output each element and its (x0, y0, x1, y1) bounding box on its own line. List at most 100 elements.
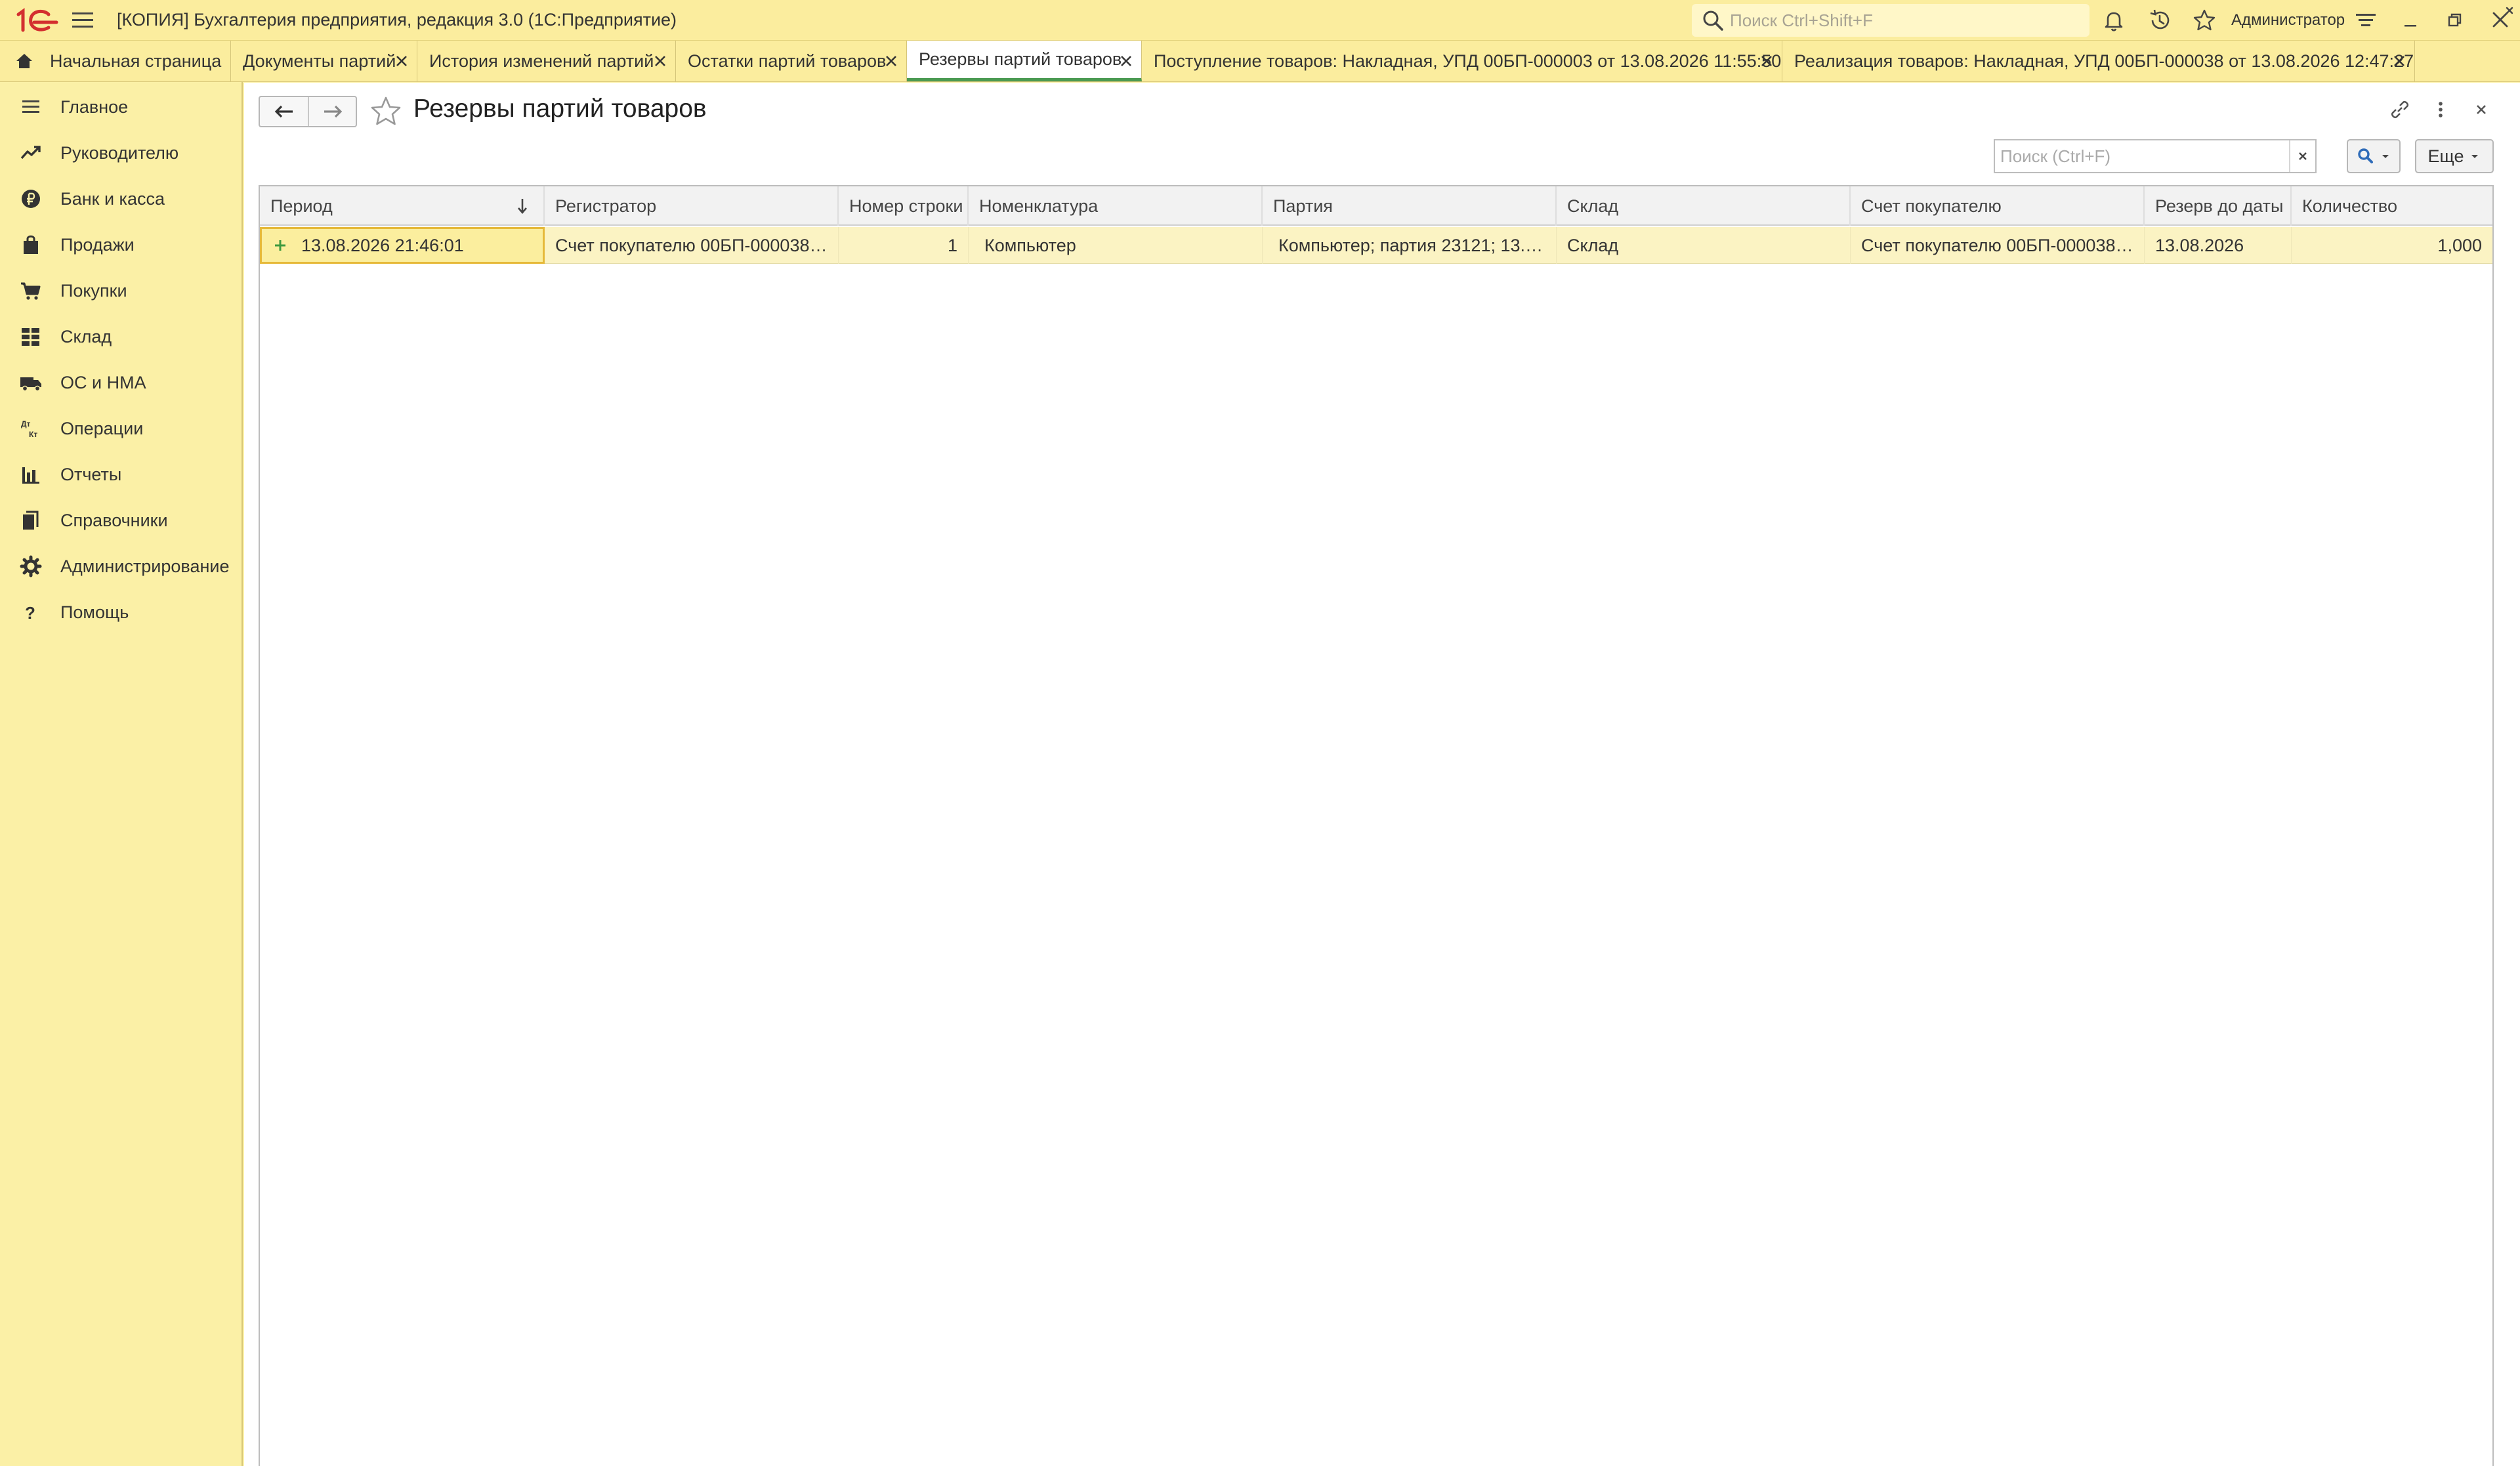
app-title: [КОПИЯ] Бухгалтерия предприятия, редакци… (117, 10, 677, 30)
tab-label: Документы партий (243, 51, 396, 71)
sidebar-item-purchases[interactable]: Покупки (0, 271, 242, 310)
column-header-reserve-until[interactable]: Резерв до даты (2145, 186, 2292, 226)
search-icon (2358, 148, 2373, 163)
favorites-star-icon[interactable] (2192, 8, 2217, 33)
history-nav (259, 96, 357, 127)
tab-goods-sale[interactable]: Реализация товаров: Накладная, УПД 00БП-… (1782, 41, 2415, 81)
more-vertical-icon[interactable] (2427, 96, 2454, 123)
cell-nomenclature[interactable]: Компьютер (969, 227, 1263, 264)
close-icon[interactable] (2392, 54, 2406, 68)
favorite-star-icon[interactable] (369, 94, 403, 129)
global-search-input[interactable] (1725, 10, 2090, 31)
sidebar-item-bank[interactable]: Банк и касса (0, 179, 242, 219)
global-search[interactable] (1692, 4, 2090, 37)
column-header-quantity[interactable]: Количество (2292, 186, 2492, 226)
cell-batch[interactable]: Компьютер; партия 23121; 13.0... (1263, 227, 1557, 264)
main-menu-icon[interactable] (71, 9, 94, 31)
tab-label: Начальная страница (50, 51, 222, 71)
cart-icon (21, 282, 41, 300)
sidebar-item-label: Справочники (60, 510, 168, 530)
list-search-input[interactable] (1995, 141, 2289, 171)
history-icon[interactable] (2147, 8, 2172, 33)
close-icon[interactable] (1119, 54, 1133, 68)
sidebar-item-label: ОС и НМА (60, 372, 146, 392)
sidebar-item-main[interactable]: Главное (0, 87, 242, 127)
cell-quantity[interactable]: 1,000 (2292, 227, 2492, 264)
sidebar-item-warehouse[interactable]: Склад (0, 317, 242, 356)
cell-line-number[interactable]: 1 (839, 227, 969, 264)
tab-batch-balances[interactable]: Остатки партий товаров (676, 41, 907, 81)
tab-batch-documents[interactable]: Документы партий (231, 41, 417, 81)
restore-icon[interactable] (2443, 8, 2468, 33)
close-form-icon[interactable] (2468, 96, 2495, 123)
form-area: Резервы партий товаров Еще (244, 83, 2520, 1466)
sidebar-item-manager[interactable]: Руководителю (0, 133, 242, 173)
help-icon: ? (25, 603, 35, 623)
sidebar-item-sales[interactable]: Продажи (0, 225, 242, 264)
current-user[interactable]: Администратор (2231, 11, 2345, 30)
bell-icon[interactable] (2101, 8, 2126, 33)
tab-label: Остатки партий товаров (688, 51, 887, 71)
sidebar-item-reports[interactable]: Отчеты (0, 455, 242, 494)
tab-goods-receipt[interactable]: Поступление товаров: Накладная, УПД 00БП… (1142, 41, 1782, 81)
dropdown-arrow-icon (2382, 155, 2389, 158)
cell-period[interactable]: 13.08.2026 21:46:01 (260, 227, 545, 264)
tab-label: Поступление товаров: Накладная, УПД 00БП… (1154, 51, 1782, 71)
title-bar: [КОПИЯ] Бухгалтерия предприятия, редакци… (0, 0, 2520, 41)
tab-batch-reserves[interactable]: Резервы партий товаров (907, 41, 1142, 81)
column-header-registrar[interactable]: Регистратор (545, 186, 839, 226)
sidebar-item-fixed-assets[interactable]: ОС и НМА (0, 363, 242, 402)
batch-reserves-table[interactable]: Период Регистратор Номер строки Номенкла… (259, 185, 2494, 1466)
search-icon (1703, 10, 1723, 31)
table-row[interactable]: 13.08.2026 21:46:01 Счет покупателю 00БП… (260, 227, 2492, 264)
open-tabs-bar: Начальная страница Документы партий Исто… (0, 41, 2520, 82)
sidebar-item-label: Помощь (60, 602, 129, 622)
column-header-line-number[interactable]: Номер строки (839, 186, 969, 226)
dt-kt-icon: Дт Кт (21, 419, 37, 439)
tab-label: Резервы партий товаров (919, 49, 1122, 69)
tab-home[interactable]: Начальная страница (0, 41, 231, 81)
dropdown-arrow-icon (2471, 155, 2479, 158)
column-header-batch[interactable]: Партия (1263, 186, 1557, 226)
sections-panel: Главное Руководителю Банк и касса Продаж… (0, 82, 243, 1466)
clear-search-button[interactable] (2289, 140, 2315, 172)
search-options-button[interactable] (2347, 139, 2401, 173)
column-header-warehouse[interactable]: Склад (1557, 186, 1851, 226)
bar-chart-icon (22, 467, 39, 484)
close-icon[interactable] (884, 54, 898, 68)
sidebar-item-administration[interactable]: Администрирование (0, 547, 242, 586)
ruble-icon (22, 190, 40, 208)
arrow-left-icon (274, 105, 293, 118)
sidebar-item-directories[interactable]: Справочники (0, 501, 242, 540)
tab-batch-history[interactable]: История изменений партий (417, 41, 676, 81)
cell-reserve-until[interactable]: 13.08.2026 (2145, 227, 2292, 264)
cell-registrar[interactable]: Счет покупателю 00БП-000038 ... (545, 227, 839, 264)
sidebar-item-label: Операции (60, 418, 144, 438)
list-search[interactable] (1994, 139, 2317, 173)
back-button[interactable] (260, 97, 308, 126)
sidebar-item-label: Покупки (60, 280, 127, 301)
clear-icon (2299, 152, 2307, 160)
cell-customer-invoice[interactable]: Счет покупателю 00БП-000038 ... (1851, 227, 2145, 264)
link-icon[interactable] (2386, 96, 2414, 123)
tab-label: История изменений партий (429, 51, 654, 71)
arrow-right-icon (324, 105, 342, 118)
close-icon[interactable] (1759, 54, 1774, 68)
column-header-customer-invoice[interactable]: Счет покупателю (1851, 186, 2145, 226)
close-icon[interactable] (394, 54, 409, 68)
cell-warehouse[interactable]: Склад (1557, 227, 1851, 264)
close-window-icon[interactable] (2487, 4, 2516, 33)
forward-button[interactable] (308, 97, 356, 126)
sidebar-item-operations[interactable]: Дт Кт Операции (0, 409, 242, 448)
plus-record-icon (275, 240, 285, 251)
column-header-period[interactable]: Период (260, 186, 545, 226)
settings-menu-icon[interactable] (2353, 8, 2378, 33)
1c-logo-icon (16, 8, 58, 32)
minimize-icon[interactable] (2398, 8, 2423, 33)
more-button[interactable]: Еще (2415, 139, 2494, 173)
more-button-label: Еще (2427, 146, 2464, 166)
column-header-nomenclature[interactable]: Номенклатура (969, 186, 1263, 226)
sidebar-item-label: Руководителю (60, 142, 179, 163)
close-icon[interactable] (653, 54, 667, 68)
sidebar-item-help[interactable]: ? Помощь (0, 593, 242, 632)
